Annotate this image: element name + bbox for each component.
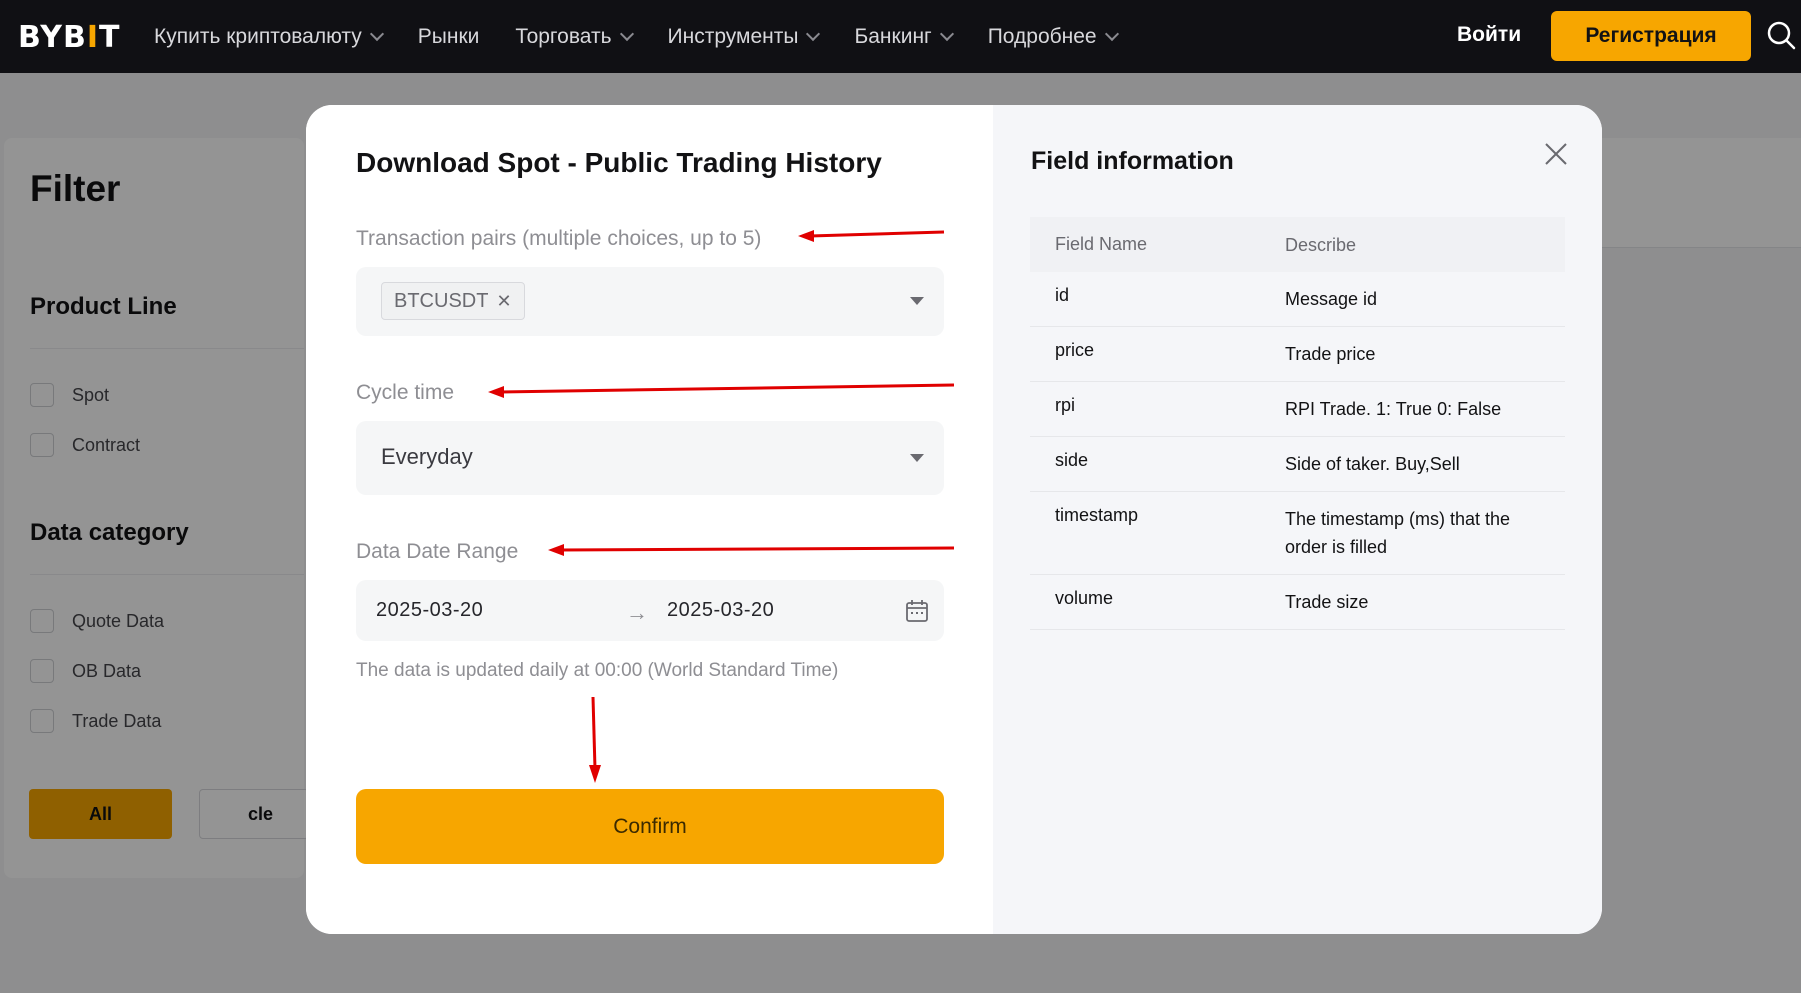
nav-item[interactable]: Торговать: [515, 24, 634, 49]
date-start-input[interactable]: 2025-03-20: [376, 599, 483, 622]
nav-menu: Купить криптовалюту Рынки Торговать Инструм…: [154, 0, 1153, 73]
field-describe-cell: RPI Trade. 1: True 0: False: [1285, 399, 1502, 419]
table-row: price Trade price: [1030, 327, 1565, 382]
date-range-arrow: →: [626, 600, 648, 625]
field-info-table: Field Name Describe id Message id price Tra…: [1030, 217, 1565, 630]
nav-item-label: Подробнее: [987, 24, 1097, 48]
date-end-input[interactable]: 2025-03-20: [667, 599, 774, 622]
field-describe-cell: Side of taker. Buy,Sell: [1285, 454, 1460, 474]
table-row: side Side of taker. Buy,Sell: [1030, 437, 1565, 492]
cycle-value: Everyday: [381, 444, 473, 469]
nav-item-label: Торговать: [515, 24, 612, 48]
register-button[interactable]: Регистрация: [1551, 11, 1751, 61]
bybit-logo[interactable]: BYBIT: [18, 20, 120, 55]
table-header: Field Name Describe: [1030, 217, 1565, 272]
table-row: volume Trade size: [1030, 575, 1565, 630]
field-info-panel: Field information Field Name Describe id…: [993, 105, 1602, 934]
header-field-name: Field Name: [1055, 234, 1148, 254]
table-row: rpi RPI Trade. 1: True 0: False: [1030, 382, 1565, 437]
chevron-down-icon: [939, 26, 954, 41]
download-modal: Download Spot - Public Trading History T…: [306, 105, 1602, 934]
chevron-down-icon: [806, 26, 821, 41]
field-describe-cell: The timestamp (ms) that the order is fil…: [1285, 509, 1511, 557]
logo-bar: I: [86, 20, 99, 55]
field-describe-cell: Message id: [1285, 289, 1378, 309]
nav-item[interactable]: Банкинг: [854, 24, 954, 49]
annotation-arrow-icon: [589, 696, 601, 783]
update-note: The data is updated daily at 00:00 (Worl…: [356, 660, 839, 681]
field-name-cell: id: [1055, 285, 1070, 305]
table-row: id Message id: [1030, 272, 1565, 327]
modal-title: Download Spot - Public Trading History: [356, 147, 882, 178]
table-body: id Message id price Trade price rpi RPI Trade…: [1030, 272, 1565, 630]
cycle-select[interactable]: Everyday: [356, 421, 944, 495]
field-name-cell: volume: [1055, 588, 1114, 608]
field-name-cell: rpi: [1055, 395, 1076, 415]
nav-item-label: Банкинг: [854, 24, 932, 48]
date-range-picker[interactable]: 2025-03-20 → 2025-03-20: [356, 580, 944, 641]
field-name-cell: side: [1055, 450, 1089, 470]
calendar-icon[interactable]: [904, 598, 930, 624]
header-describe: Describe: [1285, 234, 1357, 255]
nav-item[interactable]: Рынки: [418, 25, 480, 49]
field-info-title: Field information: [1031, 147, 1234, 175]
login-button[interactable]: Войти: [1457, 23, 1521, 47]
pairs-label: Transaction pairs (multiple choices, up …: [356, 227, 762, 250]
date-range-label: Data Date Range: [356, 540, 519, 563]
nav-item-label: Рынки: [417, 24, 480, 48]
cycle-label: Cycle time: [356, 381, 455, 404]
caret-down-icon[interactable]: [910, 454, 924, 462]
remove-tag-icon[interactable]: ✕: [496, 291, 511, 312]
pairs-select[interactable]: BTCUSDT ✕: [356, 267, 944, 336]
annotation-arrow-icon: [488, 383, 955, 398]
chevron-down-icon: [369, 26, 384, 41]
close-icon[interactable]: [1543, 141, 1569, 167]
chevron-down-icon: [619, 26, 634, 41]
field-describe-cell: Trade price: [1285, 344, 1376, 364]
confirm-button[interactable]: Confirm: [356, 789, 944, 864]
annotation-arrow-icon: [798, 230, 945, 242]
pair-tag-label: BTCUSDT: [394, 289, 489, 312]
pair-tag: BTCUSDT ✕: [381, 282, 525, 320]
search-icon[interactable]: [1766, 20, 1796, 50]
top-nav: BYBIT Купить криптовалюту Рынки Торговать И…: [0, 0, 1801, 73]
caret-down-icon[interactable]: [910, 297, 924, 305]
table-row: timestamp The timestamp (ms) that the ord…: [1030, 492, 1565, 575]
nav-item-label: Купить криптовалюту: [154, 24, 362, 48]
logo-text: BYB: [18, 20, 87, 55]
annotation-arrow-icon: [548, 544, 955, 556]
nav-item-label: Инструменты: [667, 24, 799, 48]
chevron-down-icon: [1104, 26, 1119, 41]
nav-item[interactable]: Подробнее: [987, 24, 1119, 49]
field-name-cell: price: [1055, 340, 1095, 360]
modal-form: Download Spot - Public Trading History T…: [306, 105, 993, 934]
field-name-cell: timestamp: [1055, 505, 1139, 525]
nav-item[interactable]: Купить криптовалюту: [154, 24, 384, 49]
field-describe-cell: Trade size: [1285, 592, 1369, 612]
nav-item[interactable]: Инструменты: [667, 24, 821, 49]
logo-text-end: T: [99, 20, 121, 55]
